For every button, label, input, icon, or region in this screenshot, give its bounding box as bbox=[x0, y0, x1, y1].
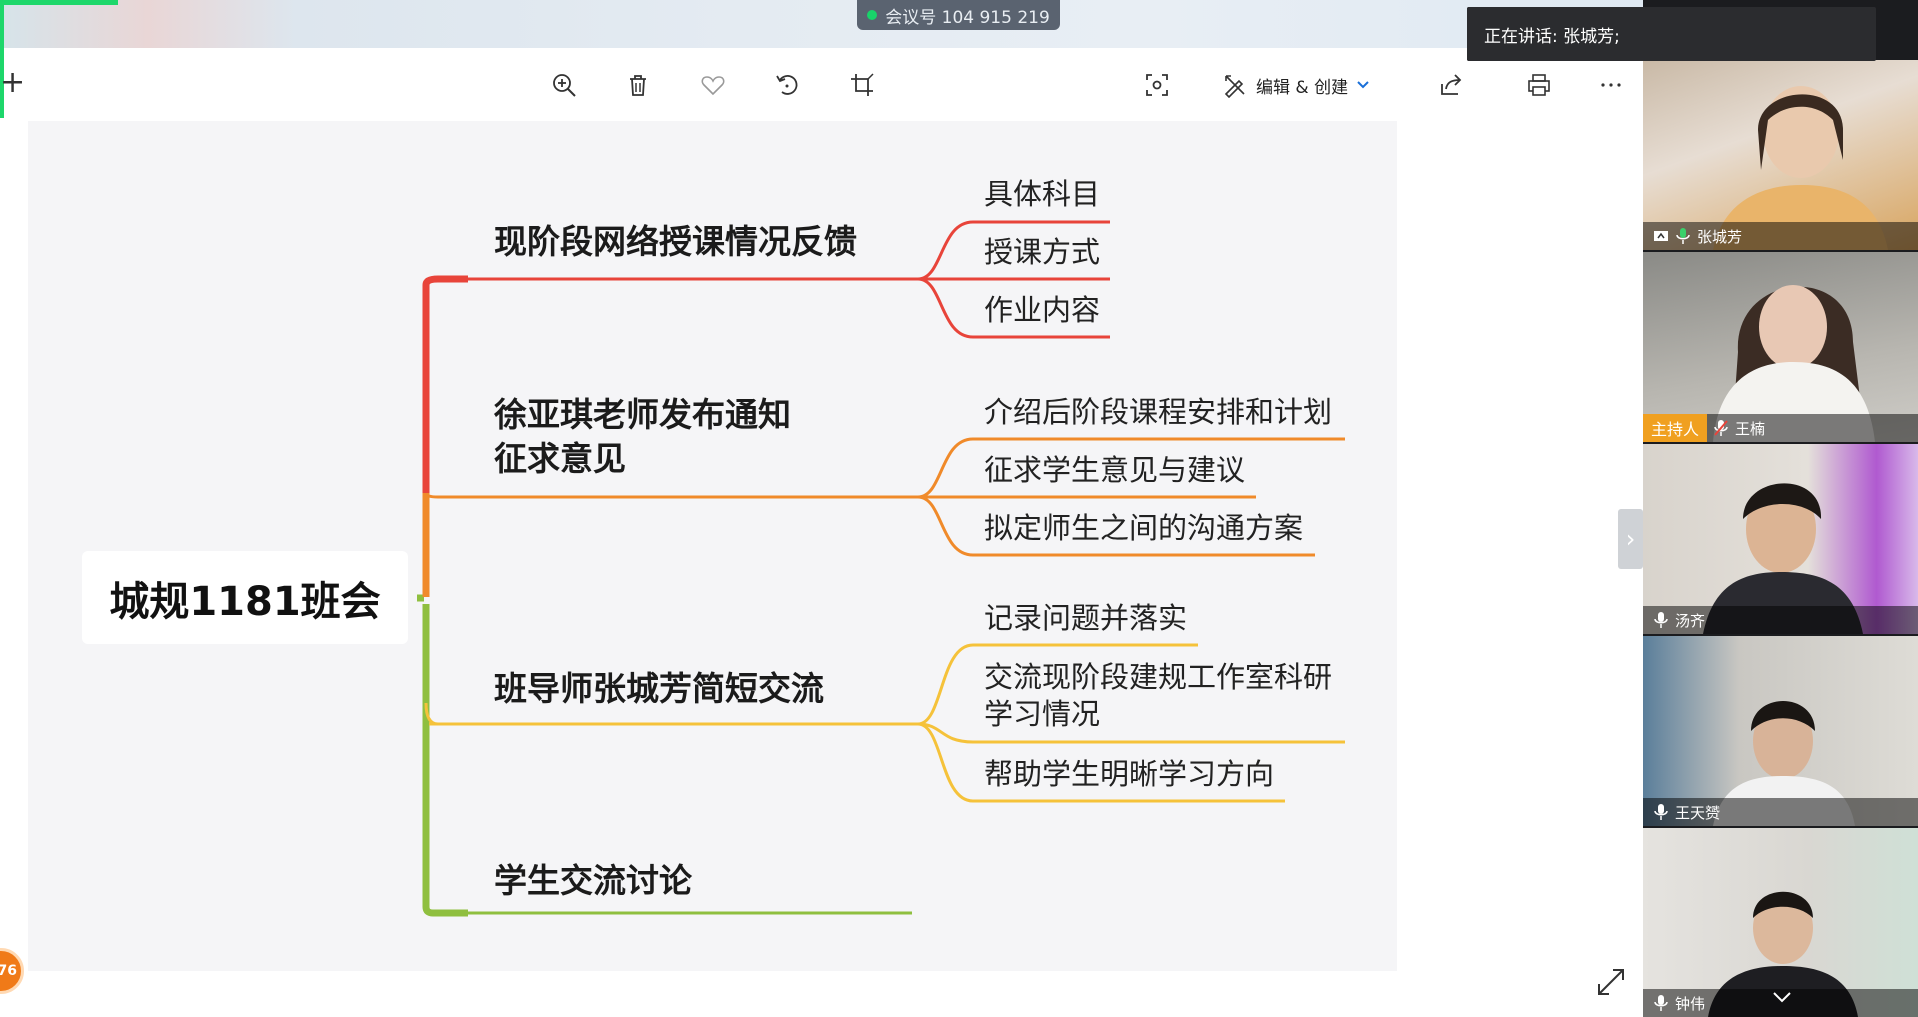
mic-on-icon bbox=[1653, 611, 1669, 629]
branch-feedback: 现阶段网络授课情况反馈 bbox=[494, 222, 857, 261]
more-button[interactable] bbox=[1592, 66, 1630, 104]
participant-name: 王天赟 bbox=[1675, 803, 1721, 822]
rotate-button[interactable] bbox=[768, 66, 806, 104]
speaking-indicator-overlay: 正在讲话: 张城芳; bbox=[1467, 7, 1876, 61]
favorite-button[interactable] bbox=[694, 66, 732, 104]
printer-icon bbox=[1528, 74, 1550, 96]
share-button[interactable] bbox=[1432, 66, 1470, 104]
leaf-research-line2: 学习情况 bbox=[984, 697, 1101, 731]
participant-panel: 张城芳 主持人 王楠 汤齐 王天赟 钟伟 bbox=[1643, 0, 1918, 1017]
screen-share-icon bbox=[1654, 231, 1668, 241]
delete-button[interactable] bbox=[619, 66, 657, 104]
visual-search-button[interactable] bbox=[1138, 66, 1176, 104]
participant-name: 张城芳 bbox=[1697, 227, 1743, 246]
leaf-course-plan: 介绍后阶段课程安排和计划 bbox=[984, 395, 1333, 429]
leaf-subjects: 具体科目 bbox=[984, 177, 1101, 211]
meeting-id-pill[interactable]: 会议号 104 915 219 bbox=[857, 0, 1060, 30]
participant-tile[interactable]: 汤齐 bbox=[1643, 444, 1918, 634]
more-dots-icon bbox=[1601, 83, 1621, 87]
branch-student-discussion: 学生交流讨论 bbox=[494, 861, 692, 900]
mic-on-icon bbox=[1675, 227, 1691, 245]
participant-tile[interactable]: 张城芳 bbox=[1643, 60, 1918, 250]
mindmap-root: 城规1181班会 bbox=[82, 551, 408, 644]
leaf-communication-plan: 拟定师生之间的沟通方案 bbox=[984, 511, 1304, 545]
branch-teacher-talk: 班导师张城芳简短交流 bbox=[494, 669, 824, 708]
host-badge: 主持人 bbox=[1643, 414, 1708, 442]
top-band bbox=[0, 0, 1643, 48]
chevron-down-icon[interactable] bbox=[1770, 985, 1794, 1009]
print-button[interactable] bbox=[1520, 66, 1558, 104]
focus-scan-icon bbox=[1146, 74, 1168, 96]
sharing-indicator-top bbox=[0, 0, 118, 5]
participant-label: 张城芳 bbox=[1643, 222, 1918, 250]
heart-icon bbox=[701, 76, 725, 96]
leaf-research-exchange: 交流现阶段建规工作室科研 学习情况 bbox=[984, 659, 1332, 733]
photo-toolbar bbox=[0, 60, 1643, 110]
chevron-down-icon bbox=[1357, 81, 1369, 89]
participant-label: 汤齐 bbox=[1643, 606, 1918, 634]
leaf-teaching-method: 授课方式 bbox=[984, 235, 1101, 269]
leaf-study-direction: 帮助学生明晰学习方向 bbox=[984, 757, 1275, 791]
participant-tile[interactable]: 主持人 王楠 bbox=[1643, 252, 1918, 442]
connection-dot-icon bbox=[867, 10, 878, 20]
crop-button[interactable] bbox=[843, 66, 881, 104]
zoom-in-icon bbox=[553, 74, 576, 97]
mic-muted-icon bbox=[1713, 419, 1729, 437]
meeting-id-label: 会议号 104 915 219 bbox=[885, 7, 1050, 28]
badge-count: 76 bbox=[0, 963, 17, 979]
leaf-record-issues: 记录问题并落实 bbox=[984, 601, 1188, 635]
expand-icon[interactable] bbox=[1595, 966, 1627, 998]
rotate-icon bbox=[776, 75, 798, 95]
leaf-research-line1: 交流现阶段建规工作室科研 bbox=[984, 660, 1333, 694]
image-canvas: 城规1181班会 现阶段网络授课情况反馈 徐亚琪老师发布通知 征求意见 班导师张… bbox=[28, 121, 1397, 971]
zoom-in-button[interactable] bbox=[545, 66, 583, 104]
participant-name: 王楠 bbox=[1735, 419, 1766, 438]
branch-notice-line2: 征求意见 bbox=[494, 439, 626, 478]
participant-label: 主持人 王楠 bbox=[1643, 414, 1918, 442]
leaf-homework: 作业内容 bbox=[984, 293, 1101, 327]
chevron-right-icon: › bbox=[1625, 525, 1636, 553]
leaf-suggestions: 征求学生意见与建议 bbox=[984, 453, 1246, 487]
speaking-text: 正在讲话: 张城芳; bbox=[1484, 26, 1620, 47]
participant-tile[interactable]: 王天赟 bbox=[1643, 636, 1918, 826]
participant-name: 汤齐 bbox=[1675, 611, 1706, 630]
edit-create-menu[interactable]: 编辑 & 创建 bbox=[1222, 66, 1370, 104]
share-icon bbox=[1441, 74, 1462, 95]
trash-icon bbox=[630, 75, 646, 96]
participant-name: 钟伟 bbox=[1675, 994, 1706, 1013]
crop-icon bbox=[851, 73, 874, 96]
edit-tools-icon bbox=[1224, 75, 1245, 98]
mic-on-icon bbox=[1653, 803, 1669, 821]
edit-create-label: 编辑 & 创建 bbox=[1256, 77, 1349, 98]
collapse-panel-button[interactable]: › bbox=[1618, 509, 1643, 569]
participant-label: 王天赟 bbox=[1643, 798, 1918, 826]
branch-notice-line1: 徐亚琪老师发布通知 bbox=[494, 395, 791, 434]
mic-on-icon bbox=[1653, 994, 1669, 1012]
root-title: 城规1181班会 bbox=[109, 578, 381, 625]
branch-notice: 徐亚琪老师发布通知 征求意见 bbox=[494, 393, 791, 481]
notification-badge[interactable]: 76 bbox=[0, 948, 24, 994]
